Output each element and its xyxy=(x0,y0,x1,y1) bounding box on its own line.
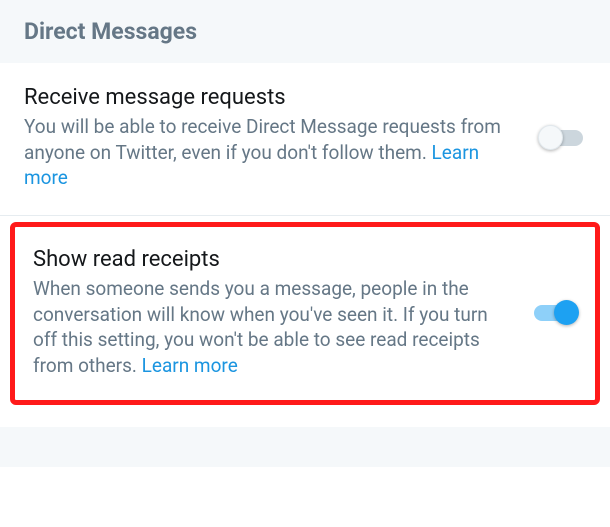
setting-title: Show read receipts xyxy=(33,247,515,272)
learn-more-link[interactable]: Learn more xyxy=(142,354,238,377)
section-header: Direct Messages xyxy=(0,0,610,63)
toggle-thumb xyxy=(554,300,579,325)
setting-show-read-receipts: Show read receipts When someone sends yo… xyxy=(10,222,600,406)
toggle-show-read-receipts[interactable] xyxy=(531,304,577,322)
toggle-receive-message-requests[interactable] xyxy=(540,129,586,147)
setting-description-text: You will be able to receive Direct Messa… xyxy=(24,115,501,164)
setting-description-text: When someone sends you a message, people… xyxy=(33,277,488,377)
toggle-thumb xyxy=(538,125,563,150)
settings-list: Receive message requests You will be abl… xyxy=(0,63,610,405)
setting-title: Receive message requests xyxy=(24,85,524,110)
footer-gap xyxy=(0,427,610,467)
setting-description: When someone sends you a message, people… xyxy=(33,276,515,379)
setting-description: You will be able to receive Direct Messa… xyxy=(24,114,524,191)
setting-text: Receive message requests You will be abl… xyxy=(24,85,540,191)
page-title: Direct Messages xyxy=(24,18,586,45)
setting-receive-message-requests: Receive message requests You will be abl… xyxy=(0,63,610,216)
setting-text: Show read receipts When someone sends yo… xyxy=(33,247,531,379)
